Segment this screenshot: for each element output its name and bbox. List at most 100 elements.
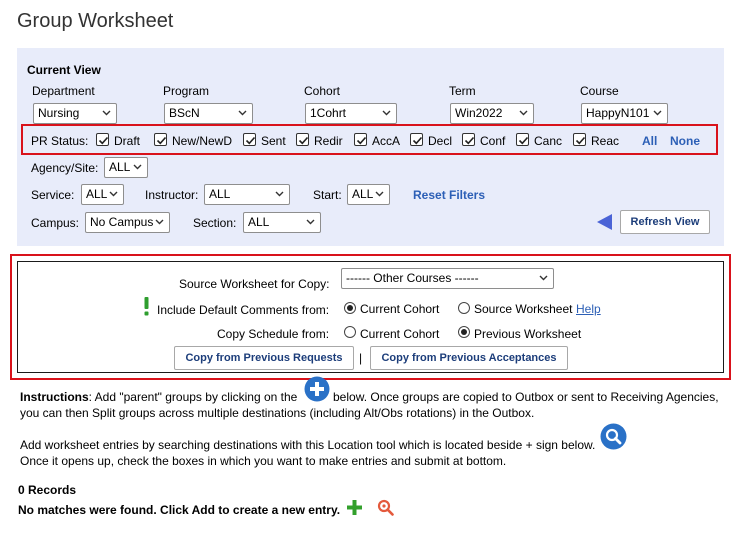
instructions-line-1: Instructions: Add "parent" groups by cli… (20, 390, 297, 404)
status-checkbox-conf[interactable] (462, 133, 475, 146)
instructor-label: Instructor: (145, 188, 199, 202)
add-plus-icon[interactable] (304, 376, 330, 405)
instructor-select-value: ALL (209, 187, 231, 201)
instructions-line-4: Once it opens up, check the boxes in whi… (20, 454, 507, 468)
status-label-conf: Conf (480, 134, 506, 148)
schedule-radio-current-cohort[interactable] (344, 326, 356, 338)
program-label: Program (163, 84, 210, 98)
copy-from-previous-requests-button[interactable]: Copy from Previous Requests (174, 346, 354, 370)
warning-exclamation-icon (143, 297, 150, 319)
status-checkbox-decl[interactable] (410, 133, 423, 146)
status-checkbox-draft[interactable] (96, 133, 109, 146)
instructions-text-b: below. Once groups are copied to Outbox … (333, 390, 719, 404)
course-select-value: HappyN101 (586, 106, 650, 120)
instructor-select[interactable]: ALL (204, 184, 290, 205)
search-location-icon[interactable] (377, 499, 394, 519)
agency-select-value: ALL (109, 160, 131, 174)
source-worksheet-label: Source Worksheet for Copy: (179, 277, 330, 291)
refresh-view-button[interactable]: Refresh View (620, 210, 710, 234)
pr-status-label: PR Status: (31, 134, 89, 148)
service-select-value: ALL (86, 187, 108, 201)
empty-message: No matches were found. Click Add to crea… (18, 503, 341, 517)
status-label-redir: Redir (314, 134, 343, 148)
agency-label: Agency/Site: (31, 161, 99, 175)
records-count: 0 Records (18, 483, 77, 497)
help-link[interactable]: Help (576, 302, 601, 316)
status-all-link[interactable]: All (642, 134, 657, 148)
chevron-down-icon (155, 219, 164, 225)
course-select[interactable]: HappyN101 (581, 103, 668, 124)
schedule-option-current-cohort: Current Cohort (360, 327, 440, 341)
source-worksheet-select-value: ------ Other Courses ------ (346, 271, 479, 285)
default-comments-label: Include Default Comments from: (157, 303, 330, 317)
campus-select-value: No Campus (90, 215, 154, 229)
cohort-select-value: 1Cohrt (310, 106, 347, 120)
cohort-select[interactable]: 1Cohrt (305, 103, 397, 124)
status-checkbox-reac[interactable] (573, 133, 586, 146)
status-checkbox-redir[interactable] (296, 133, 309, 146)
agency-select[interactable]: ALL (104, 157, 148, 178)
term-label: Term (449, 84, 476, 98)
chevron-down-icon (133, 164, 142, 170)
status-checkbox-canc[interactable] (516, 133, 529, 146)
current-view-title: Current View (27, 63, 101, 77)
start-select[interactable]: ALL (347, 184, 390, 205)
instructions-label: Instructions (20, 390, 89, 404)
department-select[interactable]: Nursing (33, 103, 117, 124)
chevron-down-icon (238, 110, 247, 116)
status-label-reac: Reac (591, 134, 620, 148)
chevron-down-icon (375, 191, 384, 197)
chevron-down-icon (102, 110, 111, 116)
status-label-sent: Sent (261, 134, 286, 148)
instructions-text-a: : Add "parent" groups by clicking on the (88, 390, 298, 404)
chevron-down-icon (539, 275, 548, 281)
section-label: Section: (193, 216, 237, 230)
add-entry-plus-icon[interactable] (347, 500, 362, 518)
copy-from-previous-acceptances-button[interactable]: Copy from Previous Acceptances (370, 346, 568, 370)
term-select-value: Win2022 (455, 106, 503, 120)
status-label-decl: Decl (428, 134, 453, 148)
status-none-link[interactable]: None (670, 134, 700, 148)
section-select[interactable]: ALL (243, 212, 321, 233)
start-select-value: ALL (352, 187, 374, 201)
status-checkbox-acca[interactable] (354, 133, 367, 146)
copy-schedule-label: Copy Schedule from: (217, 327, 330, 341)
chevron-down-icon (653, 110, 662, 116)
location-search-icon[interactable] (600, 423, 627, 453)
program-select[interactable]: BScN (164, 103, 253, 124)
status-label-draft: Draft (114, 134, 141, 148)
source-worksheet-select[interactable]: ------ Other Courses ------ (341, 268, 554, 289)
campus-select[interactable]: No Campus (85, 212, 170, 233)
instructions-line-3: Add worksheet entries by searching desti… (20, 438, 596, 452)
section-select-value: ALL (248, 215, 270, 229)
campus-label: Campus: (31, 216, 80, 230)
chevron-down-icon (109, 191, 118, 197)
schedule-radio-previous-worksheet[interactable] (458, 326, 470, 338)
start-label: Start: (313, 188, 342, 202)
status-label-canc: Canc (534, 134, 563, 148)
status-checkbox-sent[interactable] (243, 133, 256, 146)
chevron-down-icon (519, 110, 528, 116)
chevron-down-icon (306, 219, 315, 225)
course-label: Course (580, 84, 619, 98)
arrow-left-icon (596, 213, 613, 234)
chevron-down-icon (275, 191, 284, 197)
status-label-acca: AccA (372, 134, 401, 148)
status-label-new: New/NewD (172, 134, 233, 148)
comments-radio-current-cohort[interactable] (344, 302, 356, 314)
service-select[interactable]: ALL (81, 184, 124, 205)
status-checkbox-new[interactable] (154, 133, 167, 146)
comments-radio-source-worksheet[interactable] (458, 302, 470, 314)
instructions-line-2: you can then Split groups across multipl… (20, 406, 535, 420)
cohort-label: Cohort (304, 84, 341, 98)
department-label: Department (32, 84, 95, 98)
program-select-value: BScN (169, 106, 200, 120)
reset-filters-link[interactable]: Reset Filters (413, 188, 485, 202)
comments-option-current-cohort: Current Cohort (360, 302, 440, 316)
service-label: Service: (31, 188, 75, 202)
schedule-option-previous-worksheet: Previous Worksheet (474, 327, 582, 341)
comments-option-source-worksheet: Source Worksheet (474, 302, 573, 316)
page-title: Group Worksheet (17, 10, 174, 32)
department-select-value: Nursing (38, 106, 80, 120)
term-select[interactable]: Win2022 (450, 103, 534, 124)
